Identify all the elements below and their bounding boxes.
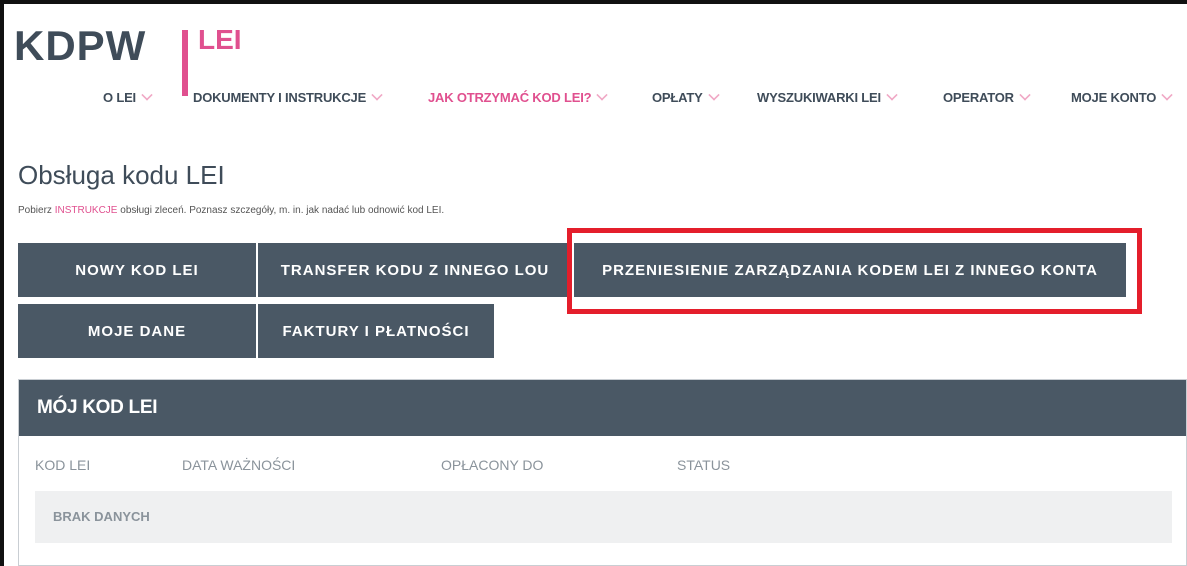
logo-divider — [182, 30, 188, 96]
empty-state-text: BRAK DANYCH — [53, 509, 150, 524]
annotation-highlight-box — [567, 228, 1142, 314]
panel-title: MÓJ KOD LEI — [19, 380, 1186, 436]
nav-item-label: WYSZUKIWARKI LEI — [757, 90, 881, 105]
nav-item-wyszukiwarki[interactable]: WYSZUKIWARKI LEI — [757, 89, 898, 105]
chevron-down-icon — [886, 89, 898, 101]
nav-item-label: MOJE KONTO — [1071, 90, 1157, 105]
column-header-kod-lei: KOD LEI — [35, 457, 91, 473]
nav-item-dokumenty[interactable]: DOKUMENTY I INSTRUKCJE — [193, 89, 383, 105]
chevron-down-icon — [141, 89, 153, 101]
logo-brand-text: KDPW — [14, 22, 147, 69]
nav-item-label: DOKUMENTY I INSTRUKCJE — [193, 90, 367, 105]
nav-item-o-lei[interactable]: O LEI — [103, 89, 153, 105]
nav-item-label: JAK OTRZYMAĆ KOD LEI? — [428, 90, 592, 105]
column-header-data-waznosci: DATA WAŻNOŚCI — [182, 457, 296, 473]
my-data-button[interactable]: MOJE DANE — [18, 304, 256, 358]
subtitle-prefix: Pobierz — [18, 205, 55, 216]
nav-item-moje-konto[interactable]: MOJE KONTO — [1071, 89, 1173, 105]
main-navigation: O LEI DOKUMENTY I INSTRUKCJE JAK OTRZYMA… — [0, 89, 1187, 114]
nav-item-oplaty[interactable]: OPŁATY — [652, 89, 720, 105]
subtitle-suffix: obsługi zleceń. Poznasz szczegóły, m. in… — [117, 205, 445, 216]
nav-item-jak-otrzymac[interactable]: JAK OTRZYMAĆ KOD LEI? — [428, 89, 609, 105]
nav-item-operator[interactable]: OPERATOR — [943, 89, 1031, 105]
page-title: Obsługa kodu LEI — [18, 160, 225, 190]
my-lei-code-panel: MÓJ KOD LEI KOD LEI DATA WAŻNOŚCI OPŁACO… — [18, 379, 1187, 566]
transfer-from-lou-button[interactable]: TRANSFER KODU Z INNEGO LOU — [258, 243, 572, 297]
new-lei-code-button[interactable]: NOWY KOD LEI — [18, 243, 256, 297]
nav-item-label: O LEI — [103, 90, 136, 105]
chevron-down-icon — [707, 89, 720, 101]
invoices-payments-button[interactable]: FAKTURY I PŁATNOŚCI — [258, 304, 494, 358]
chevron-down-icon — [1161, 89, 1173, 101]
instructions-link[interactable]: INSTRUKCJE — [55, 205, 118, 216]
column-header-oplacony-do: OPŁACONY DO — [441, 457, 544, 473]
nav-item-label: OPERATOR — [943, 90, 1014, 105]
chevron-down-icon — [371, 89, 383, 101]
chevron-down-icon — [596, 89, 609, 101]
table-row: BRAK DANYCH — [35, 491, 1172, 543]
nav-item-label: OPŁATY — [652, 90, 703, 105]
column-header-status: STATUS — [677, 457, 731, 473]
logo-product-text: LEI — [198, 24, 242, 55]
chevron-down-icon — [1019, 89, 1031, 101]
page-subtitle: Pobierz INSTRUKCJE obsługi zleceń. Pozna… — [18, 205, 444, 216]
